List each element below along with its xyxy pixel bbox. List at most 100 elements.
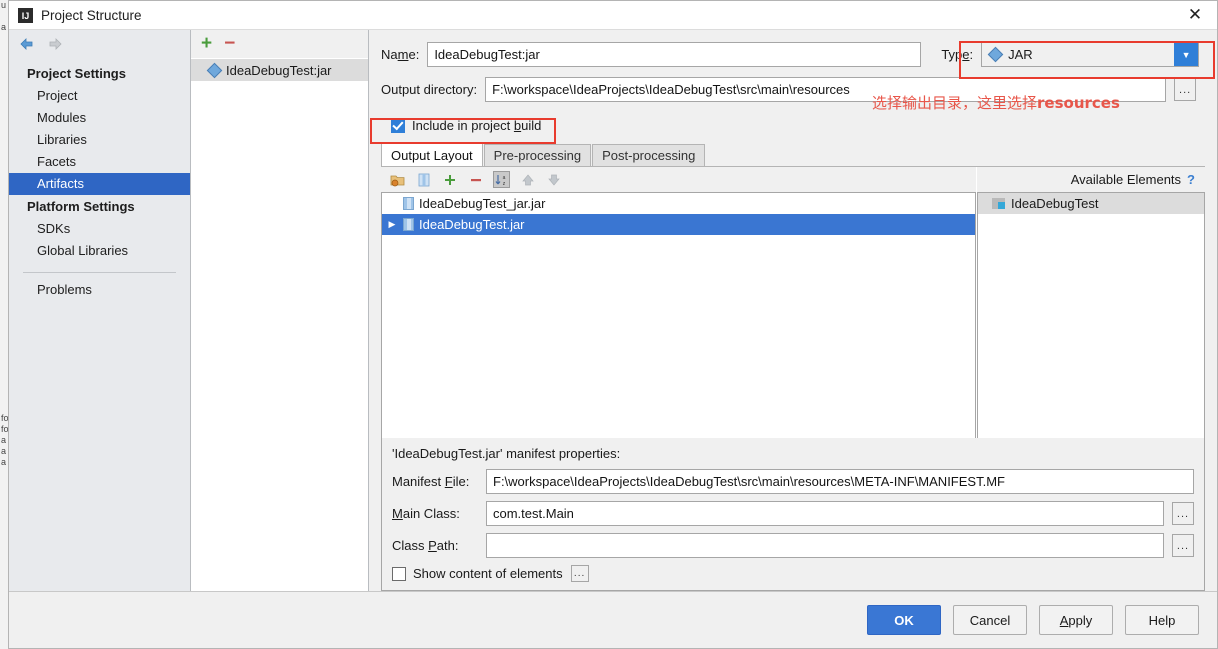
help-button[interactable]: Help (1125, 605, 1199, 635)
page-title: Project Structure (41, 7, 142, 23)
move-up-icon[interactable] (519, 171, 536, 188)
sidebar-navigation-bar (9, 30, 190, 58)
layout-tree-side: a z IdeaDebugTest_jar.jar ▶ IdeaDebugTes… (381, 167, 977, 438)
manifest-title: 'IdeaDebugTest.jar' manifest properties: (392, 446, 621, 461)
tree-row-label: IdeaDebugTest_jar.jar (419, 196, 546, 211)
artifacts-toolbar: + − (191, 30, 368, 58)
name-type-row: Name: IdeaDebugTest:jar Type: JAR ▼ (381, 42, 1205, 67)
main-class-input[interactable]: com.test.Main (486, 501, 1164, 526)
artifacts-list-panel: + − IdeaDebugTest:jar (191, 30, 369, 591)
output-tabs: Output Layout Pre-processing Post-proces… (381, 143, 1205, 166)
list-item[interactable]: IdeaDebugTest (978, 193, 1204, 214)
remove-artifact-button[interactable]: − (224, 34, 235, 53)
tree-twisty-icon[interactable]: ▶ (386, 219, 398, 230)
sidebar-item-project[interactable]: Project (9, 85, 190, 107)
add-directory-icon[interactable] (389, 171, 406, 188)
settings-tree: Project Settings Project Modules Librari… (9, 58, 190, 301)
svg-text:IJ: IJ (21, 11, 29, 21)
checkbox-box-icon (392, 566, 406, 581)
sidebar-item-sdks[interactable]: SDKs (9, 218, 190, 240)
artifact-editor: Name: IdeaDebugTest:jar Type: JAR ▼ Outp… (369, 30, 1217, 591)
include-in-build-label: Include in project build (412, 118, 542, 133)
available-elements-header: Available Elements ? (977, 167, 1205, 192)
table-row[interactable]: ▶ IdeaDebugTest.jar (382, 214, 975, 235)
show-content-label: Show content of elements (413, 566, 563, 581)
dialog-footer: OK Cancel Apply Help (9, 591, 1217, 648)
remove-icon[interactable] (467, 171, 484, 188)
dialog-body: Project Settings Project Modules Librari… (9, 30, 1217, 591)
help-icon[interactable]: ? (1187, 172, 1195, 187)
available-elements-title: Available Elements (1070, 172, 1182, 187)
sidebar-group-platform-settings: Platform Settings (27, 199, 135, 214)
dialog-titlebar: IJ Project Structure ✕ (9, 1, 1217, 30)
jar-icon (403, 218, 414, 231)
add-artifact-button[interactable]: + (201, 34, 212, 53)
sidebar-item-artifacts[interactable]: Artifacts (9, 173, 190, 195)
sidebar-divider (23, 272, 176, 273)
type-combobox-value-wrap: JAR (982, 46, 1174, 63)
jar-type-icon (987, 46, 1004, 63)
apply-button[interactable]: Apply (1039, 605, 1113, 635)
sidebar-item-problems[interactable]: Problems (9, 279, 190, 301)
main-class-row: Main Class: com.test.Main ... (392, 501, 1194, 526)
main-class-label: Main Class: (392, 506, 460, 521)
artifact-icon (206, 62, 223, 78)
sidebar-group-project-settings: Project Settings (27, 66, 126, 81)
type-label: Type: (941, 47, 974, 62)
class-path-browse-button[interactable]: ... (1172, 534, 1194, 557)
arrow-right-icon[interactable] (45, 34, 65, 54)
available-elements-list[interactable]: IdeaDebugTest (977, 192, 1205, 438)
tree-row-label: IdeaDebugTest.jar (419, 217, 525, 232)
type-combobox[interactable]: JAR ▼ (981, 42, 1200, 67)
manifest-file-input[interactable]: F:\workspace\IdeaProjects\IdeaDebugTest\… (486, 469, 1194, 494)
manifest-file-label: Manifest File: (392, 474, 470, 489)
class-path-row: Class Path: ... (392, 533, 1194, 558)
type-combobox-value: JAR (1008, 47, 1033, 62)
output-layout-tree[interactable]: IdeaDebugTest_jar.jar ▶ IdeaDebugTest.ja… (381, 192, 976, 438)
include-in-build-row: Include in project build (381, 114, 1205, 137)
checkbox-box-icon (391, 118, 405, 133)
show-content-row: Show content of elements ... (392, 565, 1194, 582)
close-icon[interactable]: ✕ (1173, 1, 1217, 29)
class-path-label: Class Path: (392, 538, 459, 553)
cancel-button[interactable]: Cancel (953, 605, 1027, 635)
show-content-browse-button[interactable]: ... (570, 565, 589, 582)
settings-sidebar: Project Settings Project Modules Librari… (9, 30, 191, 591)
artifacts-list: IdeaDebugTest:jar (191, 58, 368, 591)
manifest-file-row: Manifest File: F:\workspace\IdeaProjects… (392, 469, 1194, 494)
add-icon[interactable] (441, 171, 458, 188)
list-item[interactable]: IdeaDebugTest:jar (191, 59, 368, 81)
annotation-output-directory-note: 选择输出目录，这里选择resources (872, 94, 1120, 112)
available-element-label: IdeaDebugTest (1011, 196, 1099, 211)
sidebar-item-facets[interactable]: Facets (9, 151, 190, 173)
sidebar-item-modules[interactable]: Modules (9, 107, 190, 129)
jar-icon (403, 197, 414, 210)
sidebar-item-global-libraries[interactable]: Global Libraries (9, 240, 190, 262)
tab-output-layout[interactable]: Output Layout (381, 143, 483, 166)
name-label: Name: (381, 47, 420, 62)
tab-post-processing[interactable]: Post-processing (592, 144, 706, 166)
sidebar-item-libraries[interactable]: Libraries (9, 129, 190, 151)
output-directory-browse-button[interactable]: ... (1174, 78, 1197, 101)
svg-text:z: z (502, 181, 505, 187)
include-in-build-checkbox[interactable]: Include in project build (381, 114, 549, 137)
intellij-idea-icon: IJ (17, 7, 33, 23)
main-class-browse-button[interactable]: ... (1172, 502, 1194, 525)
class-path-input[interactable] (486, 533, 1164, 558)
add-archive-icon[interactable] (415, 171, 432, 188)
table-row[interactable]: IdeaDebugTest_jar.jar (382, 193, 975, 214)
output-layout-panel: a z IdeaDebugTest_jar.jar ▶ IdeaDebugTes… (381, 166, 1205, 438)
output-directory-label: Output directory: (381, 82, 478, 97)
arrow-left-icon[interactable] (17, 34, 37, 54)
name-input[interactable]: IdeaDebugTest:jar (427, 42, 922, 67)
move-down-icon[interactable] (545, 171, 562, 188)
module-icon (992, 198, 1005, 209)
layout-toolbar: a z (381, 167, 976, 192)
tab-pre-processing[interactable]: Pre-processing (483, 144, 592, 166)
manifest-properties-panel: 'IdeaDebugTest.jar' manifest properties:… (381, 438, 1205, 591)
show-content-checkbox[interactable]: Show content of elements (392, 566, 563, 581)
artifact-label: IdeaDebugTest:jar (226, 62, 332, 78)
sort-az-icon[interactable]: a z (493, 171, 510, 188)
chevron-down-icon[interactable]: ▼ (1174, 43, 1199, 66)
ok-button[interactable]: OK (867, 605, 941, 635)
